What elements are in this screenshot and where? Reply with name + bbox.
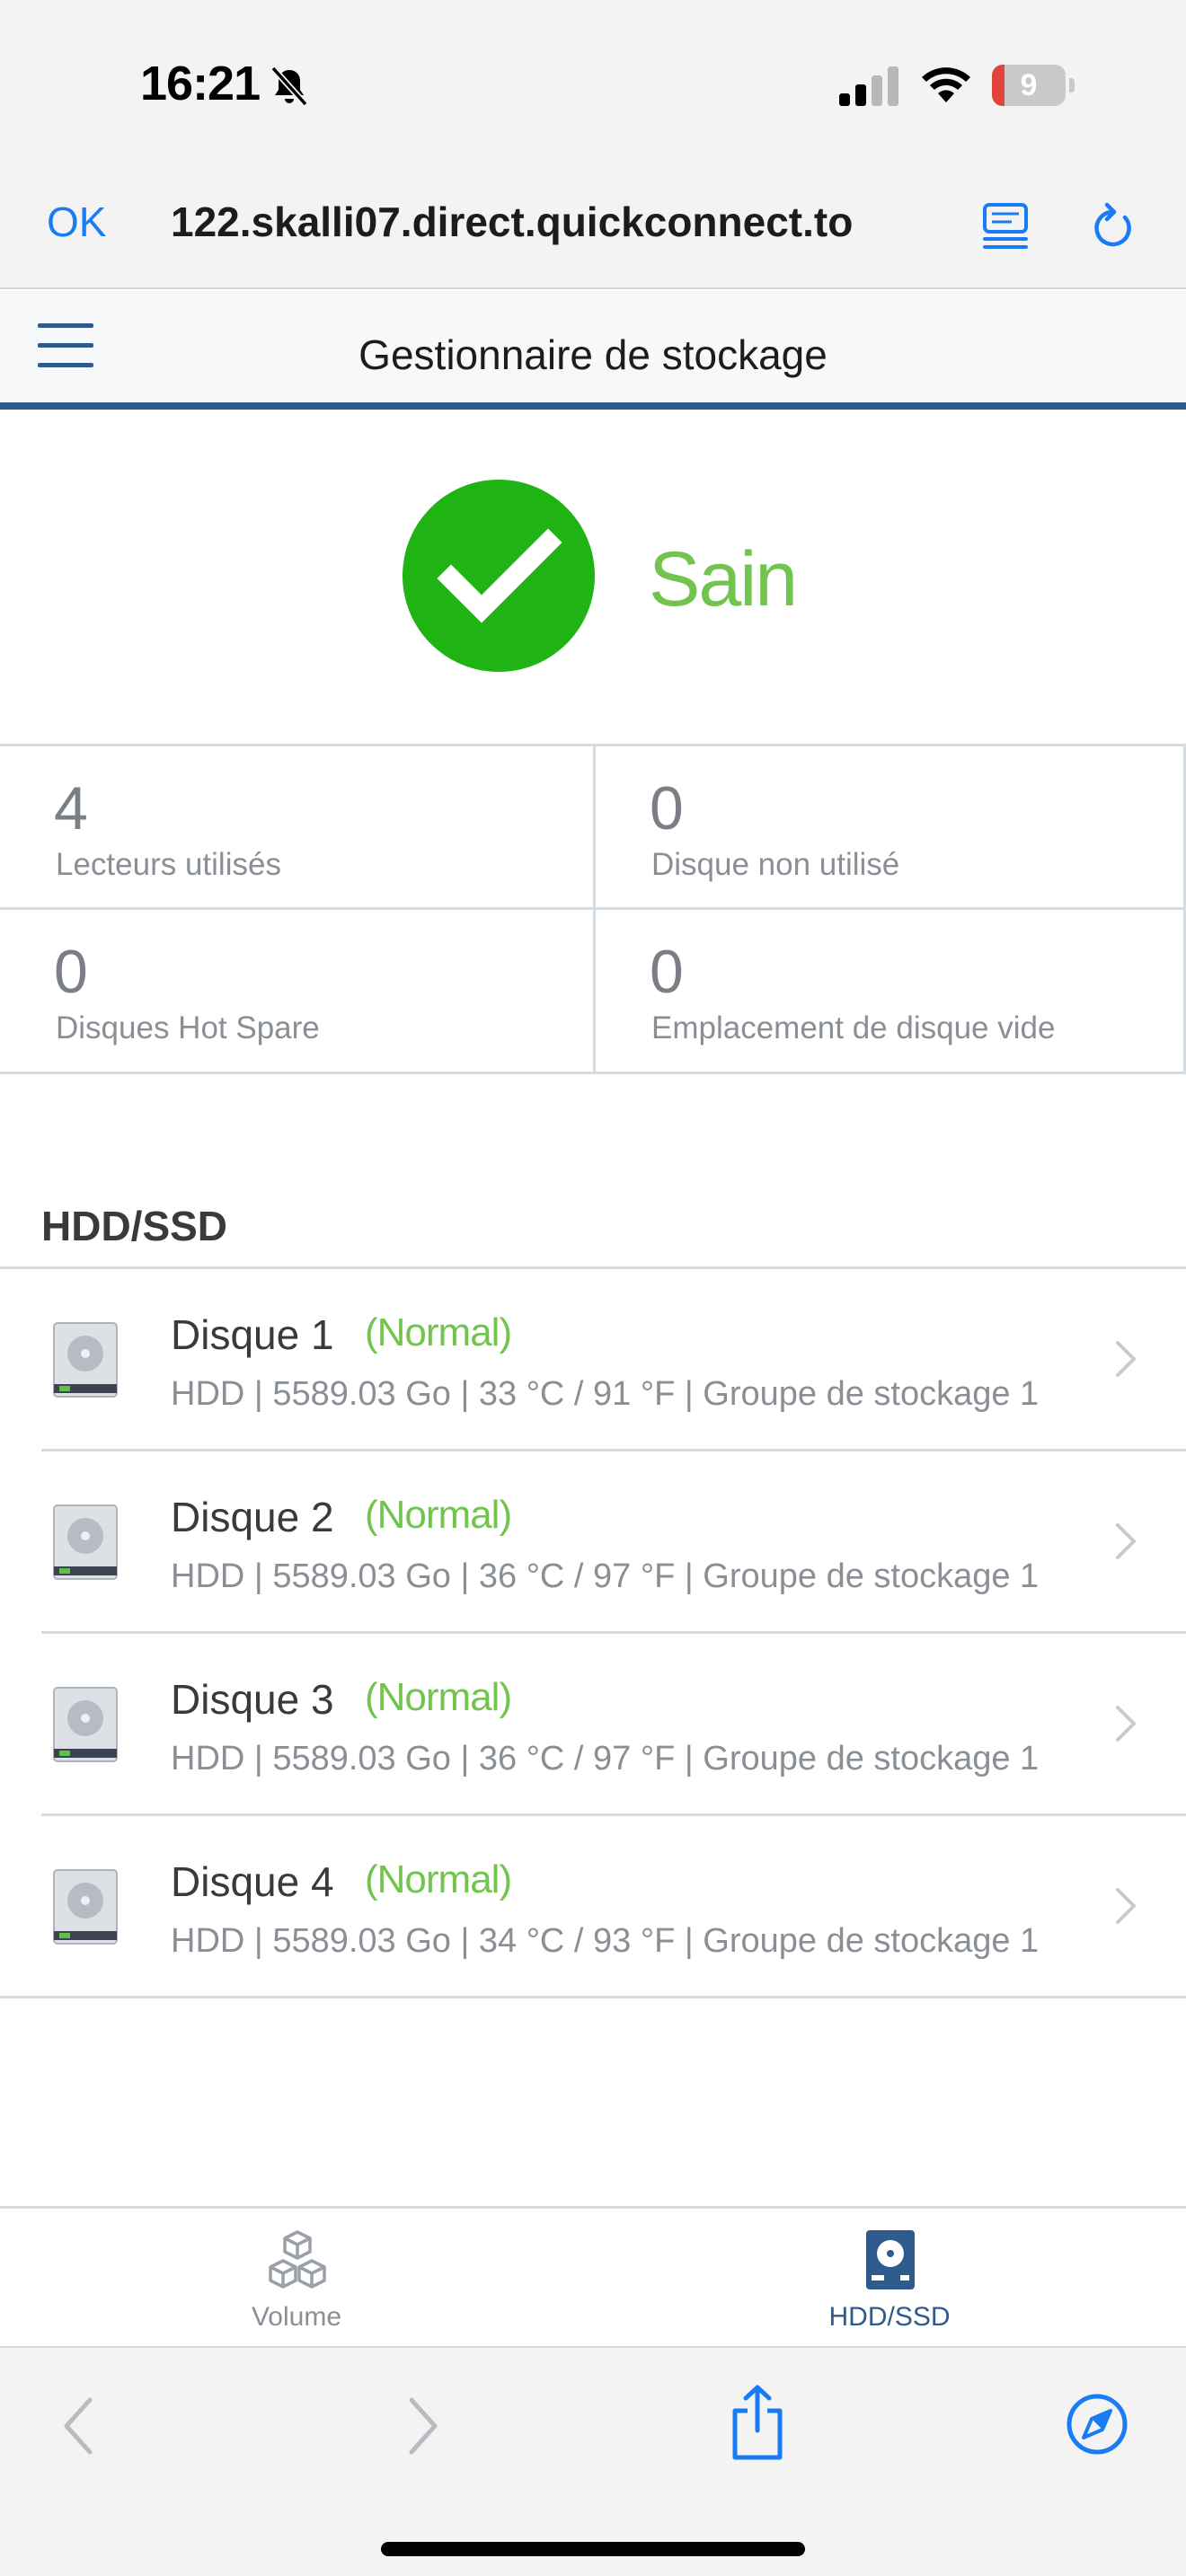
chevron-right-icon [1116, 1341, 1136, 1377]
battery-indicator: 9 [992, 65, 1075, 106]
reload-icon[interactable] [1087, 198, 1137, 251]
home-indicator[interactable] [381, 2542, 805, 2556]
hdd-icon [53, 1687, 118, 1762]
status-bar: 16:21 9 [0, 0, 1186, 171]
stat-label: Disques Hot Spare [56, 1010, 320, 1045]
url-field[interactable]: 122.skalli07.direct.quickconnect.to [171, 198, 853, 246]
back-icon[interactable] [59, 2395, 99, 2457]
app-header: Gestionnaire de stockage [0, 291, 1186, 410]
chevron-right-icon [1116, 1523, 1136, 1559]
disk-name: Disque 3 [171, 1676, 334, 1723]
disk-detail: HDD | 5589.03 Go | 34 °C / 93 °F | Group… [171, 1922, 1040, 1960]
bell-slash-icon [270, 66, 308, 107]
stat-label: Lecteurs utilisés [56, 847, 281, 882]
tab-volume[interactable]: Volume [0, 2209, 593, 2349]
bottom-tab-bar: Volume HDD/SSD [0, 2206, 1186, 2346]
forward-icon[interactable] [403, 2395, 442, 2457]
stat-value: 0 [54, 938, 88, 1006]
signal-icon [839, 66, 898, 106]
disk-detail: HDD | 5589.03 Go | 36 °C / 97 °F | Group… [171, 1557, 1040, 1595]
disk-list-item[interactable]: Disque 4 (Normal) HDD | 5589.03 Go | 34 … [0, 1816, 1186, 1998]
disk-list-item[interactable]: Disque 2 (Normal) HDD | 5589.03 Go | 36 … [0, 1451, 1186, 1634]
section-title: HDD/SSD [41, 1203, 228, 1249]
browser-toolbar [0, 2346, 1186, 2576]
health-status: Sain [649, 536, 798, 622]
disk-detail: HDD | 5589.03 Go | 36 °C / 97 °F | Group… [171, 1740, 1040, 1778]
disk-name: Disque 2 [171, 1494, 334, 1540]
disk-list-item[interactable]: Disque 3 (Normal) HDD | 5589.03 Go | 36 … [0, 1634, 1186, 1816]
stat-label: Disque non utilisé [651, 847, 900, 882]
disk-status: (Normal) [365, 1310, 512, 1354]
stat-value: 0 [650, 774, 684, 842]
stat-value: 4 [54, 774, 88, 842]
stat-drives-used: 4 Lecteurs utilisés [0, 746, 593, 910]
stat-empty-slot: 0 Emplacement de disque vide [593, 910, 1186, 1073]
compass-icon[interactable] [1066, 2393, 1128, 2456]
disk-detail: HDD | 5589.03 Go | 33 °C / 91 °F | Group… [171, 1375, 1040, 1413]
tab-hdd-ssd[interactable]: HDD/SSD [593, 2209, 1186, 2349]
share-icon[interactable] [726, 2384, 789, 2461]
hdd-icon [53, 1504, 118, 1580]
browser-address-bar: OK 122.skalli07.direct.quickconnect.to [0, 171, 1186, 289]
stat-label: Emplacement de disque vide [651, 1010, 1056, 1045]
disk-status: (Normal) [365, 1675, 512, 1719]
disk-status: (Normal) [365, 1493, 512, 1537]
stat-unused-disk: 0 Disque non utilisé [593, 746, 1186, 910]
hdd-icon [866, 2230, 915, 2289]
tab-label: Volume [251, 2302, 342, 2332]
chevron-right-icon [1116, 1888, 1136, 1924]
disk-name: Disque 1 [171, 1311, 334, 1358]
page-title: Gestionnaire de stockage [358, 331, 828, 378]
reader-icon[interactable] [981, 198, 1030, 251]
disk-name: Disque 4 [171, 1858, 334, 1905]
hdd-icon [53, 1322, 118, 1398]
stats-grid: 4 Lecteurs utilisés 0 Disque non utilisé… [0, 744, 1186, 1074]
wifi-icon [922, 67, 970, 102]
stat-hot-spare: 0 Disques Hot Spare [0, 910, 593, 1073]
disk-list-item[interactable]: Disque 1 (Normal) HDD | 5589.03 Go | 33 … [0, 1269, 1186, 1451]
battery-level-text: 9 [1020, 68, 1038, 102]
tab-label: HDD/SSD [828, 2302, 951, 2332]
status-time: 16:21 [140, 57, 261, 110]
disk-status: (Normal) [365, 1857, 512, 1901]
chevron-right-icon [1116, 1706, 1136, 1742]
checkmark-circle-icon [403, 480, 595, 672]
ok-button[interactable]: OK [47, 198, 106, 246]
cubes-icon [269, 2230, 326, 2289]
hdd-icon [53, 1869, 118, 1945]
stat-value: 0 [650, 938, 684, 1006]
